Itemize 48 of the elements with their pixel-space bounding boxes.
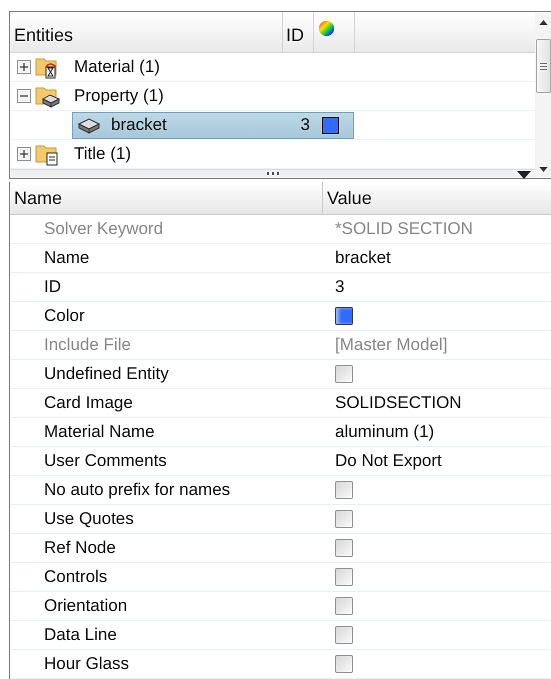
property-name: Color <box>44 306 85 326</box>
scroll-down-icon[interactable] <box>538 167 548 172</box>
tree-item[interactable]: Property (1) <box>74 86 164 106</box>
scroll-thumb[interactable] <box>536 39 550 93</box>
property-name: Data Line <box>44 625 117 645</box>
property-name: Undefined Entity <box>44 364 169 384</box>
column-header[interactable]: ID <box>283 12 314 52</box>
checkbox[interactable] <box>335 597 353 615</box>
color-wheel-icon <box>318 20 335 37</box>
color-swatch[interactable] <box>335 307 353 325</box>
property-name: Use Quotes <box>44 509 134 529</box>
property-name: Solver Keyword <box>44 219 164 239</box>
collapse-icon[interactable] <box>17 89 31 103</box>
expand-icon[interactable] <box>17 147 31 161</box>
expand-icon[interactable] <box>17 60 31 74</box>
checkbox[interactable] <box>335 481 353 499</box>
column-header[interactable]: Value <box>323 182 551 214</box>
scroll-up-icon[interactable] <box>538 20 548 25</box>
property-value[interactable]: 3 <box>335 277 344 297</box>
property-name: Material Name <box>44 422 155 442</box>
checkbox[interactable] <box>335 655 353 673</box>
property-name: Name <box>44 248 90 268</box>
property-name: Ref Node <box>44 538 116 558</box>
property-value[interactable]: SOLIDSECTION <box>335 393 462 413</box>
dropdown-arrow-icon[interactable] <box>517 171 531 179</box>
property-name: User Comments <box>44 451 167 471</box>
scrollbar[interactable] <box>535 12 551 178</box>
column-header[interactable]: Entities <box>10 12 283 52</box>
checkbox[interactable] <box>335 365 353 383</box>
column-header[interactable]: Name <box>10 182 323 214</box>
property-name: ID <box>44 277 61 297</box>
property-name: Controls <box>44 567 108 587</box>
property-value[interactable]: aluminum (1) <box>335 422 434 442</box>
property-value[interactable]: bracket <box>335 248 391 268</box>
checkbox[interactable] <box>335 510 353 528</box>
property-name: Card Image <box>44 393 133 413</box>
checkbox[interactable] <box>335 539 353 557</box>
checkbox[interactable] <box>335 568 353 586</box>
property-name: Orientation <box>44 596 128 616</box>
tree-item[interactable]: bracket 3 <box>72 112 354 138</box>
tree-item[interactable]: Material (1) <box>74 57 160 77</box>
grip-icon <box>266 172 278 176</box>
property-value[interactable]: Do Not Export <box>335 451 442 471</box>
property-name: No auto prefix for names <box>44 480 230 500</box>
checkbox[interactable] <box>335 626 353 644</box>
property-name: Include File <box>44 335 131 355</box>
tree-item[interactable]: Title (1) <box>74 144 131 164</box>
property-name: Hour Glass <box>44 654 130 674</box>
